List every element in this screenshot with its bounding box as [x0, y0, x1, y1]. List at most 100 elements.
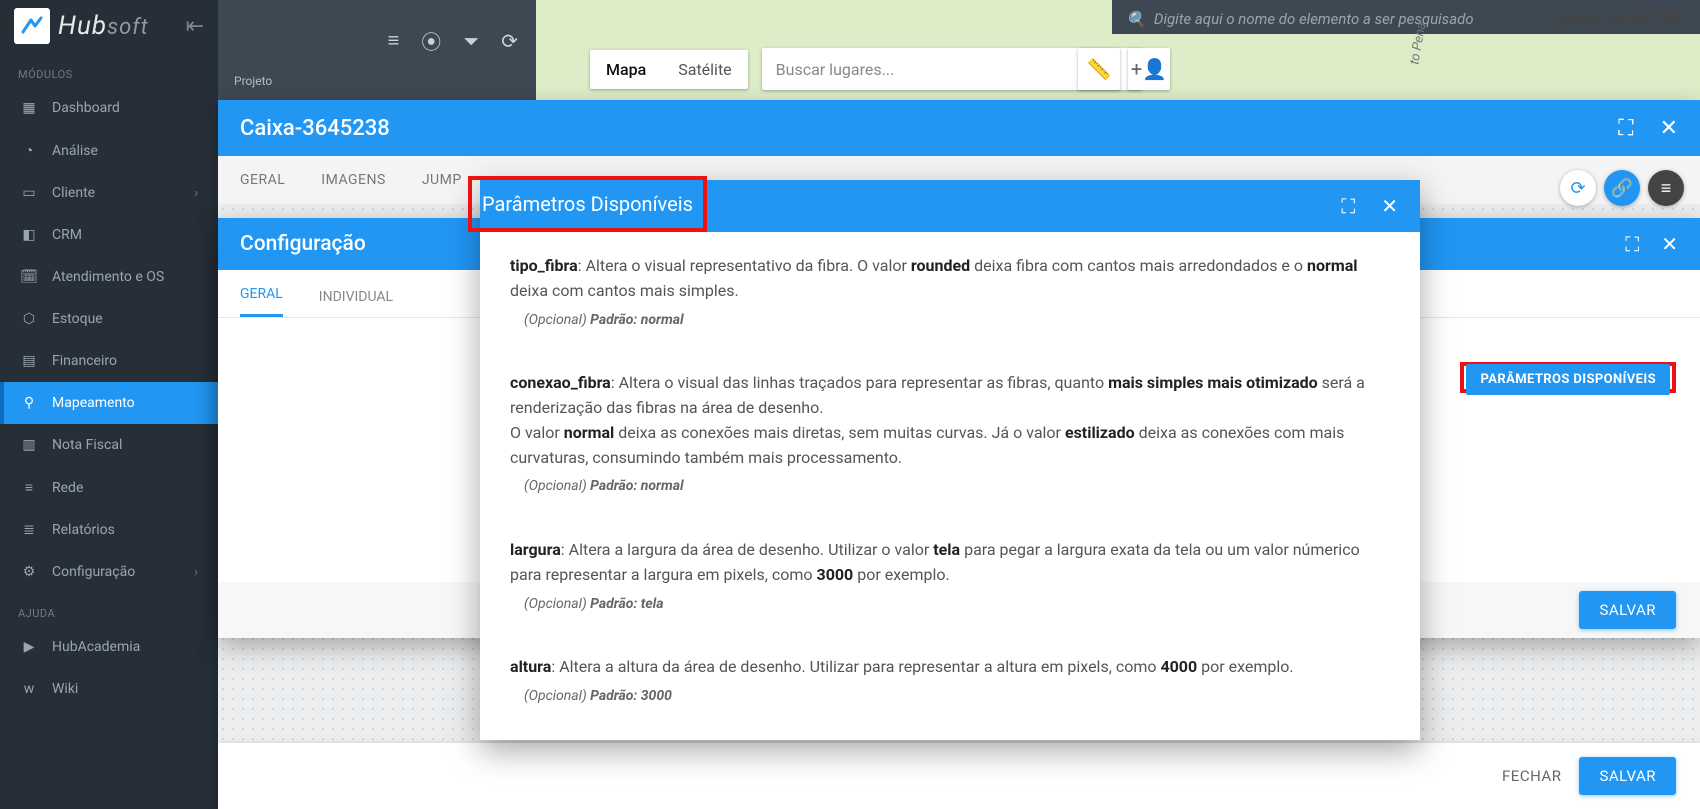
sidebar-item-hubacademia[interactable]: ▶HubAcademia — [0, 626, 218, 668]
param-largura: largura: Altera a largura da área de des… — [510, 538, 1390, 615]
fab-menu[interactable]: ≡ — [1648, 170, 1684, 206]
sidebar-item-financeiro[interactable]: ▤ Financeiro — [0, 340, 218, 382]
gear-icon: ⚙ — [20, 564, 38, 580]
param-name: conexao_fibra — [510, 373, 611, 392]
fullscreen-icon[interactable]: ⛶ — [1341, 194, 1355, 218]
filter-icon[interactable]: ⏷ — [463, 29, 479, 53]
modal-caixa-footer: FECHAR SALVAR — [218, 743, 1700, 809]
logo-text: Hubsoft — [58, 11, 149, 41]
param-hint: (Opcional) Padrão: tela — [510, 594, 1390, 616]
sidebar-item-notafiscal[interactable]: ▥Nota Fiscal — [0, 424, 218, 466]
network-icon: ≡ — [20, 479, 38, 496]
sidebar-label: Estoque — [52, 311, 103, 327]
save-button[interactable]: SALVAR — [1579, 591, 1676, 629]
sidebar-item-atendimento[interactable]: 🗓 Atendimento e OS — [0, 256, 218, 298]
param-hint: (Opcional) Padrão: normal — [510, 476, 1390, 498]
map-controls: Mapa Satélite Buscar lugares... — [590, 48, 1142, 90]
fab-link[interactable]: 🔗 — [1604, 170, 1640, 206]
tab-config-geral[interactable]: GERAL — [240, 286, 283, 317]
modal-parametros-body[interactable]: tipo_fibra: Altera o visual representati… — [480, 232, 1420, 740]
sidebar-label: Mapeamento — [52, 395, 135, 411]
tab-imagens[interactable]: IMAGENS — [321, 172, 386, 188]
video-icon: ▶ — [20, 639, 38, 655]
save-button[interactable]: SALVAR — [1579, 757, 1676, 795]
receipt-icon: ▥ — [20, 437, 38, 453]
project-label[interactable]: Projeto — [234, 74, 272, 88]
collapse-icon[interactable]: ⇤ — [186, 14, 204, 39]
map-tools: 📏 +👤 — [1078, 48, 1170, 90]
fullscreen-icon[interactable]: ⛶ — [1625, 232, 1639, 256]
chevron-right-icon: › — [194, 186, 198, 201]
parametros-disponiveis-button[interactable]: PARÂMETROS DISPONÍVEIS — [1466, 364, 1670, 395]
chart-icon: ◔ — [20, 142, 38, 159]
tab-geral[interactable]: GERAL — [240, 172, 285, 188]
param-name: altura — [510, 657, 551, 676]
refresh-icon[interactable]: ⟳ — [501, 29, 518, 53]
logo[interactable]: Hubsoft ⇤ — [0, 0, 218, 54]
add-person-icon[interactable]: +👤 — [1128, 48, 1170, 90]
floating-action-buttons: ⟳ 🔗 ≡ — [1560, 170, 1684, 206]
sidebar-item-rede[interactable]: ≡ Rede — [0, 466, 218, 509]
page-title: Caixa-3645238 — [1549, 4, 1680, 34]
sidebar-item-analise[interactable]: ◔ Análise — [0, 129, 218, 172]
modal-caixa-title: Caixa-3645238 — [240, 116, 390, 141]
sidebar-label: CRM — [52, 227, 82, 243]
wiki-icon: w — [20, 681, 38, 697]
report-icon: ≣ — [20, 522, 38, 538]
sidebar-item-estoque[interactable]: ⬡ Estoque — [0, 298, 218, 340]
map-type-satellite[interactable]: Satélite — [662, 50, 747, 89]
crm-icon: ◧ — [20, 227, 38, 243]
map-type-map[interactable]: Mapa — [590, 50, 662, 89]
user-card-icon: ▭ — [20, 185, 38, 201]
location-icon[interactable]: ⦿ — [421, 26, 441, 55]
fab-refresh[interactable]: ⟳ — [1560, 170, 1596, 206]
pin-icon: ⚲ — [20, 395, 38, 411]
modal-parametros: Parâmetros Disponíveis ⛶ ✕ tipo_fibra: A… — [480, 180, 1420, 740]
sidebar-label: Wiki — [52, 681, 78, 697]
sidebar-label: Atendimento e OS — [52, 269, 164, 285]
sidebar-section-modulos: MÓDULOS — [0, 54, 218, 87]
close-button[interactable]: FECHAR — [1502, 767, 1561, 785]
sidebar: Hubsoft ⇤ MÓDULOS ▦Dashboard ◔Análise ▭C… — [0, 0, 218, 809]
sidebar-item-configuracao[interactable]: ⚙Configuração› — [0, 551, 218, 593]
modal-parametros-header: Parâmetros Disponíveis ⛶ ✕ — [480, 180, 1420, 232]
sidebar-item-wiki[interactable]: w Wiki — [0, 668, 218, 710]
menu-icon[interactable]: ≡ — [388, 28, 400, 53]
param-tipo-fibra: tipo_fibra: Altera o visual representati… — [510, 254, 1390, 331]
param-altura: altura: Altera a altura da área de desen… — [510, 655, 1390, 707]
param-conexao-fibra: conexao_fibra: Altera o visual das linha… — [510, 371, 1390, 498]
sidebar-item-relatorios[interactable]: ≣ Relatórios — [0, 509, 218, 551]
sidebar-item-dashboard[interactable]: ▦Dashboard — [0, 87, 218, 129]
close-icon[interactable]: ✕ — [1660, 116, 1678, 141]
sidebar-label: Rede — [52, 480, 83, 496]
map-search-placeholder: Buscar lugares... — [776, 60, 895, 79]
close-icon[interactable]: ✕ — [1381, 194, 1398, 218]
tab-config-individual[interactable]: INDIVIDUAL — [319, 289, 393, 317]
map-type-switch: Mapa Satélite — [590, 50, 748, 89]
tab-jump[interactable]: JUMP — [422, 172, 462, 188]
box-icon: ⬡ — [20, 311, 38, 327]
sidebar-item-mapeamento[interactable]: ⚲ Mapeamento — [0, 382, 218, 424]
ruler-icon[interactable]: 📏 — [1078, 48, 1120, 90]
modal-parametros-title: Parâmetros Disponíveis — [482, 192, 693, 216]
sidebar-label: Análise — [52, 143, 98, 159]
logo-icon — [14, 8, 50, 44]
param-hint: (Opcional) Padrão: normal — [510, 310, 1390, 332]
money-icon: ▤ — [20, 353, 38, 369]
modal-caixa-header: Caixa-3645238 ⛶ ✕ — [218, 100, 1700, 156]
search-icon: 🔍 — [1126, 10, 1146, 29]
sidebar-item-crm[interactable]: ◧ CRM — [0, 214, 218, 256]
close-icon[interactable]: ✕ — [1661, 232, 1678, 256]
fullscreen-icon[interactable]: ⛶ — [1618, 116, 1633, 141]
topbar: ≡ ⦿ ⏷ ⟳ Projeto — [218, 0, 536, 100]
calendar-icon: 🗓 — [20, 269, 38, 285]
sidebar-section-ajuda: AJUDA — [0, 593, 218, 626]
sidebar-label: Relatórios — [52, 522, 115, 538]
sidebar-label: Configuração — [52, 564, 135, 580]
logo-text-main: Hub — [58, 11, 107, 41]
sidebar-label: Dashboard — [52, 100, 120, 116]
highlight-annotation: Parâmetros Disponíveis — [468, 176, 707, 232]
sidebar-item-cliente[interactable]: ▭Cliente› — [0, 172, 218, 214]
param-hint: (Opcional) Padrão: 3000 — [510, 686, 1390, 708]
sidebar-label: Financeiro — [52, 353, 117, 369]
